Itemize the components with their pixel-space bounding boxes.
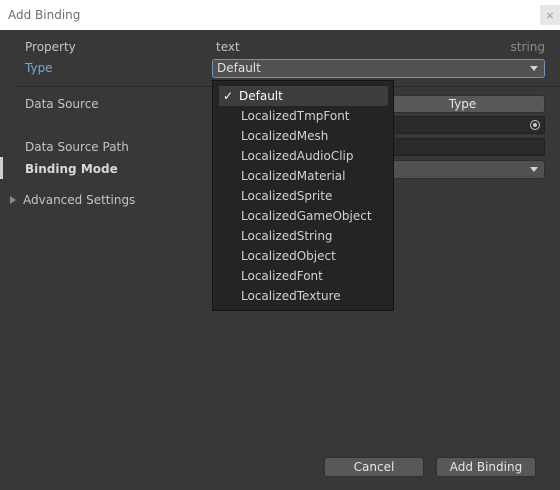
chevron-down-icon: [530, 65, 538, 71]
chevron-down-icon: [530, 166, 538, 172]
advanced-settings-foldout[interactable]: Advanced Settings: [23, 193, 135, 207]
selection-marker: [0, 157, 3, 179]
cancel-button[interactable]: Cancel: [324, 457, 424, 477]
title-bar: Add Binding ×: [0, 0, 560, 30]
data-source-path-label: Data Source Path: [25, 140, 129, 154]
menu-item-localized-object[interactable]: LocalizedObject: [219, 246, 388, 266]
type-dropdown-value: Default: [217, 61, 261, 75]
menu-item-localized-game-object[interactable]: LocalizedGameObject: [219, 206, 388, 226]
object-picker-icon[interactable]: [530, 120, 540, 130]
data-source-field[interactable]: [380, 116, 545, 134]
type-label: Type: [25, 61, 53, 75]
menu-item-localized-material[interactable]: LocalizedMaterial: [219, 166, 388, 186]
property-type: string: [510, 40, 545, 54]
close-icon[interactable]: ×: [540, 5, 560, 25]
type-dropdown-menu: ✓ Default LocalizedTmpFont LocalizedMesh…: [212, 80, 394, 311]
menu-item-localized-sprite[interactable]: LocalizedSprite: [219, 186, 388, 206]
menu-item-default[interactable]: ✓ Default: [219, 86, 388, 106]
menu-item-localized-string[interactable]: LocalizedString: [219, 226, 388, 246]
menu-item-localized-font[interactable]: LocalizedFont: [219, 266, 388, 286]
property-label: Property: [25, 40, 76, 54]
data-source-path-field[interactable]: [380, 138, 545, 156]
menu-item-localized-texture[interactable]: LocalizedTexture: [219, 286, 388, 306]
foldout-arrow-icon[interactable]: [10, 196, 16, 204]
menu-item-localized-tmp-font[interactable]: LocalizedTmpFont: [219, 106, 388, 126]
menu-item-localized-audio-clip[interactable]: LocalizedAudioClip: [219, 146, 388, 166]
window-title: Add Binding: [8, 8, 81, 22]
type-dropdown[interactable]: Default: [212, 59, 545, 78]
property-value: text: [216, 40, 240, 54]
checkmark-icon: ✓: [223, 89, 234, 103]
data-source-type-button[interactable]: Type: [380, 95, 545, 113]
menu-item-label: Default: [239, 89, 283, 103]
data-source-label: Data Source: [25, 97, 99, 111]
menu-item-localized-mesh[interactable]: LocalizedMesh: [219, 126, 388, 146]
add-binding-button[interactable]: Add Binding: [436, 457, 536, 477]
binding-mode-label: Binding Mode: [25, 162, 118, 176]
binding-mode-dropdown[interactable]: [380, 160, 545, 179]
